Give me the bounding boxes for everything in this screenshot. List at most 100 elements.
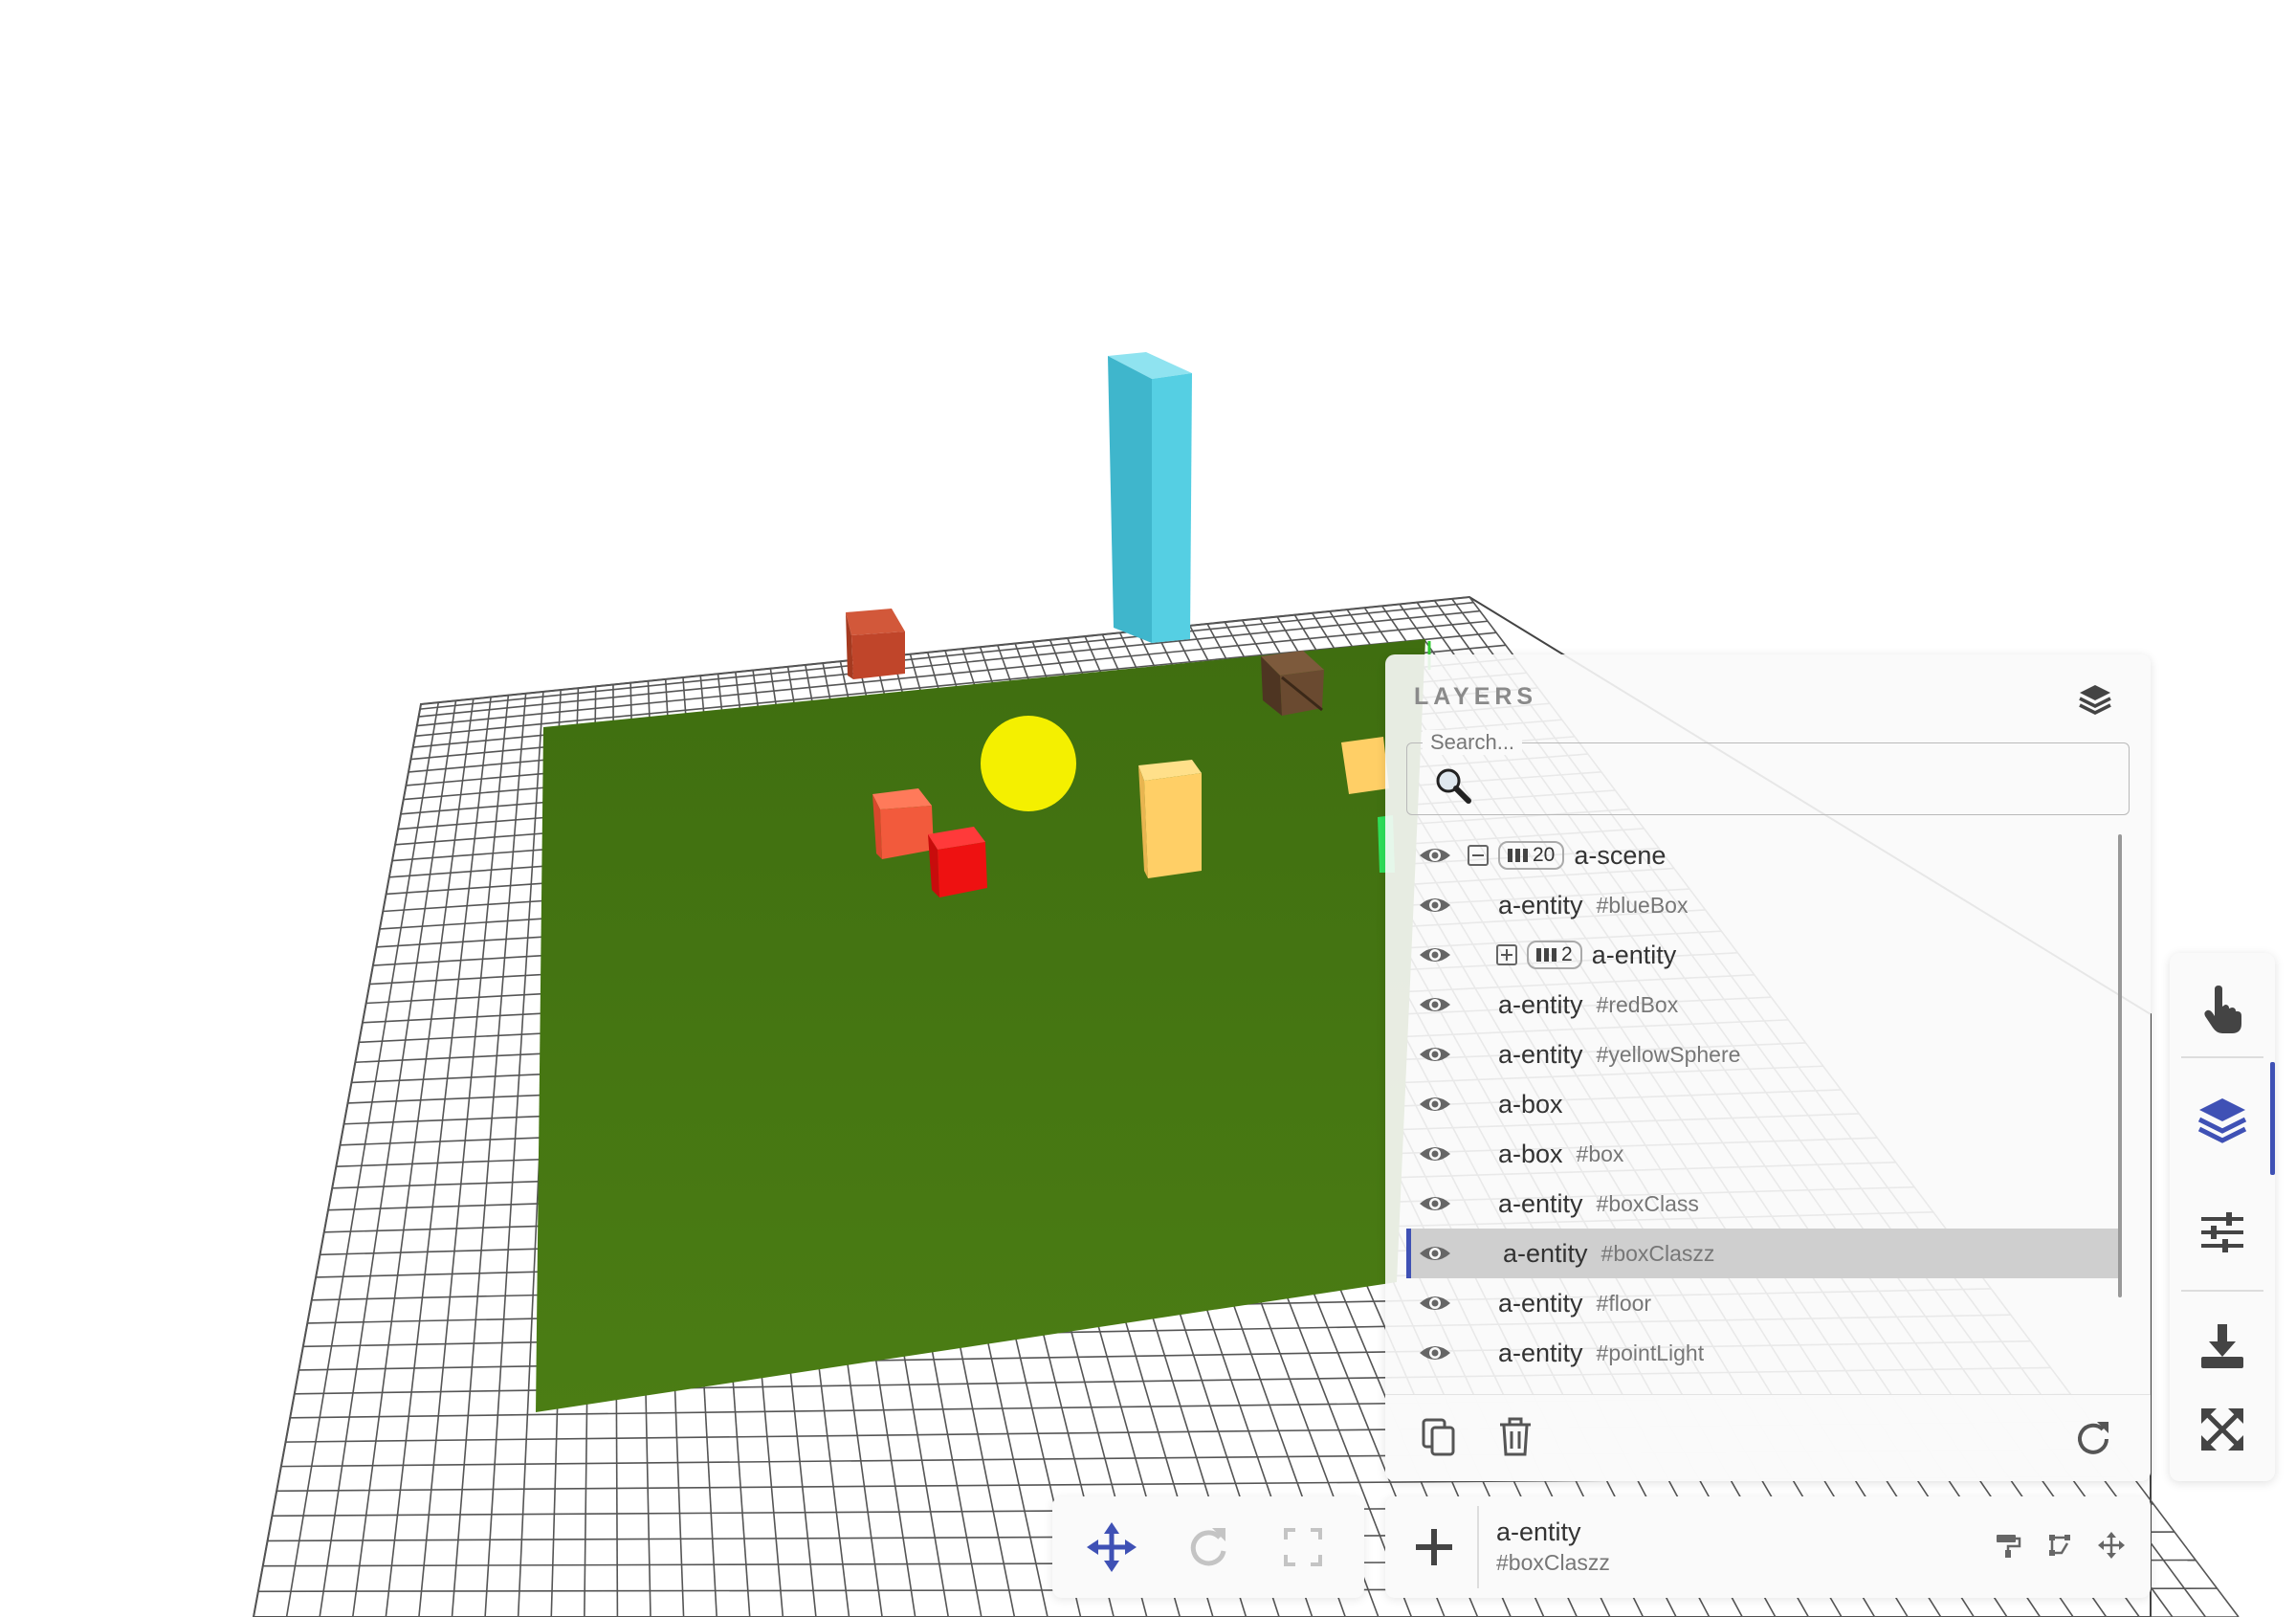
- search-icon: [1436, 768, 1471, 804]
- layer-row[interactable]: a-entity #boxClaszz: [1406, 1229, 2120, 1278]
- layer-row-content: a-entity #blueBox: [1498, 891, 1688, 920]
- expand-toggle-icon[interactable]: [1496, 944, 1517, 965]
- move-small-icon[interactable]: [2097, 1531, 2126, 1560]
- add-entity-icon[interactable]: [1412, 1525, 1456, 1569]
- layer-tag-name: a-entity: [1503, 1238, 1588, 1268]
- layers-title: LAYERS: [1414, 683, 1538, 710]
- layer-tag-id: #boxClass: [1596, 1190, 1699, 1216]
- layer-tag-name: a-entity: [1498, 1338, 1583, 1367]
- layer-row[interactable]: a-box #box: [1406, 1129, 2120, 1179]
- child-count: 2: [1561, 943, 1573, 965]
- trash-icon[interactable]: [1496, 1416, 1534, 1458]
- eye-icon[interactable]: [1418, 1091, 1452, 1118]
- layer-tag-id: #redBox: [1596, 991, 1679, 1017]
- sliders-icon[interactable]: [2194, 1204, 2251, 1261]
- layer-row-content: a-entity #redBox: [1498, 990, 1678, 1020]
- layer-row[interactable]: 2 a-entity: [1406, 930, 2120, 980]
- rotate-icon[interactable]: [1183, 1522, 1233, 1572]
- layer-row[interactable]: a-entity #pointLight: [1406, 1328, 2120, 1378]
- selected-entity-tag: a-entity: [1496, 1517, 1581, 1546]
- move-icon[interactable]: [1087, 1522, 1137, 1572]
- hand-pointer-icon[interactable]: [2194, 980, 2251, 1037]
- download-icon[interactable]: [2194, 1317, 2251, 1374]
- child-count: 20: [1533, 844, 1556, 866]
- layer-tag-id: #floor: [1596, 1290, 1652, 1316]
- layer-tag-id: #pointLight: [1596, 1340, 1705, 1365]
- grid-icon: [1508, 849, 1529, 862]
- eye-icon[interactable]: [1418, 1240, 1452, 1267]
- layer-tag-name: a-entity: [1498, 989, 1583, 1019]
- entity-bar-divider: [1477, 1506, 1479, 1588]
- collapse-toggle-icon[interactable]: [1468, 845, 1489, 866]
- toolbar-divider: [2181, 1290, 2263, 1292]
- eye-icon[interactable]: [1418, 991, 1452, 1018]
- layers-panel-footer: [1385, 1394, 2151, 1481]
- yellow-sphere[interactable]: [981, 716, 1076, 811]
- layer-tag-id: #box: [1576, 1141, 1624, 1166]
- brick-box[interactable]: [846, 609, 905, 679]
- yellow-box-small[interactable]: [1341, 737, 1389, 794]
- layer-row[interactable]: a-entity #yellowSphere: [1406, 1030, 2120, 1079]
- layer-row[interactable]: a-entity #blueBox: [1406, 880, 2120, 930]
- layer-row-content: a-entity #pointLight: [1498, 1339, 1704, 1368]
- toolbar-divider: [2181, 1056, 2263, 1058]
- eye-icon[interactable]: [1418, 941, 1452, 968]
- layer-tag-name: a-entity: [1498, 890, 1583, 919]
- eye-icon[interactable]: [1418, 1041, 1452, 1068]
- layer-tag-name: a-box: [1498, 1139, 1563, 1168]
- grid-icon: [1536, 948, 1557, 962]
- entity-bar: a-entity #boxClaszz: [1385, 1496, 2151, 1598]
- layer-tag-id: #blueBox: [1596, 892, 1689, 918]
- eye-icon[interactable]: [1418, 1141, 1452, 1167]
- right-toolbar: [2170, 953, 2275, 1481]
- layer-tag-id: #boxClaszz: [1601, 1240, 1715, 1266]
- child-count-badge: 20: [1498, 841, 1565, 870]
- layers-icon[interactable]: [2194, 1091, 2251, 1148]
- scale-icon[interactable]: [1278, 1522, 1328, 1572]
- bounding-box-icon[interactable]: [2045, 1531, 2074, 1560]
- expand-icon[interactable]: [2194, 1401, 2251, 1458]
- layer-row-content: 2 a-entity: [1496, 941, 1676, 970]
- blue-box[interactable]: [1108, 352, 1192, 643]
- layers-icon[interactable]: [2076, 679, 2114, 718]
- layer-row-content: a-entity #floor: [1498, 1289, 1651, 1318]
- yellow-box[interactable]: [1138, 760, 1202, 878]
- layer-tag-id: #yellowSphere: [1596, 1041, 1741, 1067]
- orange-box[interactable]: [872, 788, 934, 859]
- layer-tag-name: a-entity: [1591, 940, 1677, 969]
- layer-list-scrollbar[interactable]: [2118, 834, 2122, 1297]
- layer-row[interactable]: a-entity #redBox: [1406, 980, 2120, 1030]
- red-box[interactable]: [928, 827, 987, 897]
- layer-row-content: a-entity #boxClass: [1498, 1189, 1699, 1219]
- search-field[interactable]: Search...: [1406, 730, 2130, 815]
- layer-row-content: a-box: [1498, 1090, 1563, 1119]
- layer-row-content: a-box #box: [1498, 1140, 1623, 1169]
- layer-tag-name: a-scene: [1574, 840, 1667, 870]
- layer-tag-name: a-entity: [1498, 1039, 1583, 1069]
- layers-panel: LAYERS Search... 20 a-scene a-entity #blueB…: [1385, 654, 2151, 1481]
- layer-row-content: 20 a-scene: [1468, 841, 1666, 871]
- eye-icon[interactable]: [1418, 892, 1452, 919]
- layer-row[interactable]: a-entity #boxClass: [1406, 1179, 2120, 1229]
- layer-row[interactable]: a-box: [1406, 1079, 2120, 1129]
- transform-toolbar: [1052, 1496, 1364, 1598]
- layer-tag-name: a-entity: [1498, 1188, 1583, 1218]
- toolbar-active-indicator: [2270, 1062, 2275, 1175]
- layer-row[interactable]: a-entity #floor: [1406, 1278, 2120, 1328]
- eye-icon[interactable]: [1418, 1190, 1452, 1217]
- layer-list[interactable]: 20 a-scene a-entity #blueBox 2 a-entity a-enti…: [1406, 831, 2120, 1384]
- layer-tag-name: a-entity: [1498, 1288, 1583, 1318]
- eye-icon[interactable]: [1418, 1340, 1452, 1366]
- eye-icon[interactable]: [1418, 842, 1452, 869]
- paint-roller-icon[interactable]: [1994, 1531, 2022, 1560]
- copy-icon[interactable]: [1420, 1416, 1458, 1458]
- child-count-badge: 2: [1527, 941, 1582, 969]
- layer-row[interactable]: 20 a-scene: [1406, 831, 2120, 880]
- layer-row-content: a-entity #boxClaszz: [1503, 1239, 1714, 1269]
- search-placeholder: Search...: [1423, 730, 1523, 755]
- layer-row[interactable]: 1a-entity#cameraWrapper: [1406, 1378, 2120, 1384]
- redo-icon[interactable]: [2074, 1416, 2112, 1458]
- floor-plane: [536, 639, 1425, 1412]
- layer-row-content: a-entity #yellowSphere: [1498, 1040, 1740, 1070]
- eye-icon[interactable]: [1418, 1290, 1452, 1317]
